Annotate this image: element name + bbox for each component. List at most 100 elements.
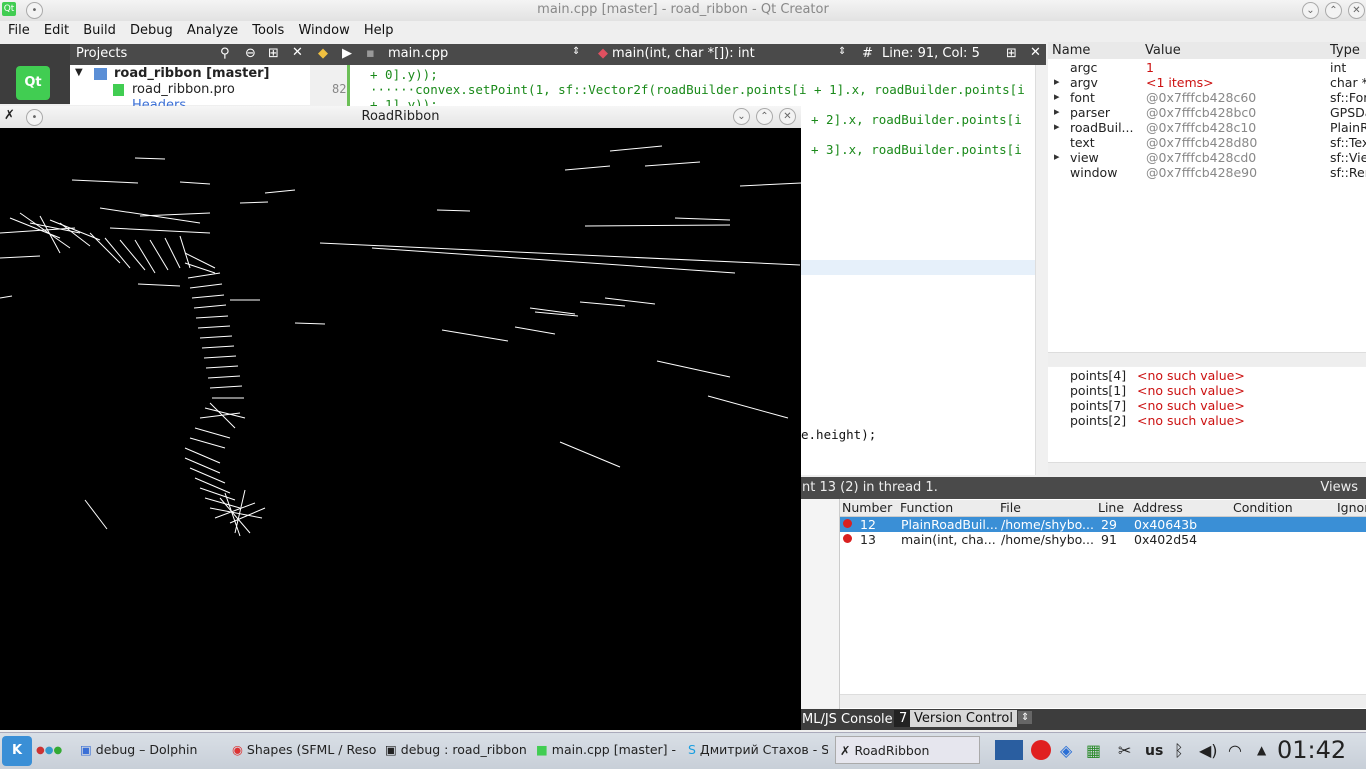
menu-debug[interactable]: Debug <box>125 21 178 40</box>
qt-logo-icon[interactable]: Qt <box>16 66 50 100</box>
wifi-icon[interactable]: ◠ <box>1228 741 1242 760</box>
locals-row[interactable]: ▸ view @0x7fffcb428cd0 sf::Vie <box>1048 150 1366 165</box>
pro-file[interactable]: road_ribbon.pro <box>132 82 235 97</box>
collapse-arrow-icon[interactable]: ▼ <box>75 67 83 78</box>
locals-row[interactable]: ▸ parser @0x7fffcb428bc0 GPSDa <box>1048 105 1366 120</box>
task-terminal[interactable]: ▣ debug : road_ribbon <box>385 736 530 764</box>
locals-hscrollbar[interactable] <box>1048 352 1366 366</box>
col-type[interactable]: Type <box>1330 43 1360 58</box>
filter-icon[interactable]: ⚲ <box>220 46 230 61</box>
breakpoints-hscrollbar[interactable] <box>840 694 1366 708</box>
views-button[interactable]: Views <box>1320 480 1358 495</box>
bp-col-header[interactable]: Line <box>1098 500 1124 515</box>
col-value[interactable]: Value <box>1145 43 1181 58</box>
expand-arrow-icon[interactable]: ▸ <box>1054 150 1060 163</box>
bp-col-header[interactable]: File <box>1000 500 1021 515</box>
no-entry-icon[interactable] <box>1031 740 1051 760</box>
breakpoints-left-pane <box>800 499 840 709</box>
breakpoint-row[interactable]: 12 PlainRoadBuil.../home/shybo... 29 0x4064… <box>840 517 1366 532</box>
minimize-button[interactable]: ⌄ <box>1302 2 1319 19</box>
roadribbon-canvas[interactable] <box>0 128 801 730</box>
maximize-button[interactable]: ⌃ <box>1325 2 1342 19</box>
menu-tools[interactable]: Tools <box>247 21 289 40</box>
watch-row[interactable]: points[7] <no such value> <box>1048 398 1366 413</box>
scissors-icon[interactable]: ✂ <box>1118 741 1131 760</box>
tabs-dropdown-icon[interactable]: ⇕ <box>1018 711 1033 724</box>
back-arrow-icon[interactable]: ◆ <box>318 46 328 61</box>
breakpoint-dot-icon <box>843 519 852 528</box>
tab-version-control[interactable]: Version Control <box>910 710 1017 727</box>
roadribbon-close-button[interactable]: ✕ <box>779 108 796 125</box>
watch-name: points[1] <box>1070 383 1127 398</box>
menu-window[interactable]: Window <box>293 21 354 40</box>
breakpoint-row[interactable]: 13 main(int, cha... /home/shybo... 91 0x402d… <box>840 532 1366 547</box>
tray-expand-icon[interactable]: ▲ <box>1257 743 1266 757</box>
bp-col-header[interactable]: Address <box>1133 500 1183 515</box>
locals-row[interactable]: ▸ font @0x7fffcb428c60 sf::For <box>1048 90 1366 105</box>
menu-help[interactable]: Help <box>359 21 399 40</box>
bp-address: 0x402d54 <box>1134 532 1198 547</box>
monitor-icon[interactable]: ▦ <box>1086 741 1101 760</box>
volume-icon[interactable]: ◀) <box>1199 741 1218 760</box>
local-name: font <box>1070 90 1095 105</box>
close-pane-icon[interactable]: ✕ <box>292 45 303 60</box>
task-qtcreator[interactable]: ■ main.cpp [master] - r <box>536 736 681 764</box>
editor-scrollbar[interactable] <box>1035 65 1049 475</box>
cursor-position[interactable]: Line: 91, Col: 5 <box>882 46 980 61</box>
expand-arrow-icon[interactable]: ▸ <box>1054 90 1060 103</box>
locals-row[interactable]: window @0x7fffcb428e90 sf::Rer <box>1048 165 1366 180</box>
watch-row[interactable]: points[2] <no such value> <box>1048 413 1366 428</box>
watch-name: points[4] <box>1070 368 1127 383</box>
bp-function: PlainRoadBuil... <box>901 517 998 532</box>
locals-row[interactable]: ▸ roadBuil... @0x7fffcb428c10 PlainR <box>1048 120 1366 135</box>
keyboard-layout[interactable]: us <box>1145 743 1163 759</box>
locals-row[interactable]: argc 1 int <box>1048 60 1366 75</box>
kde-menu-icon[interactable]: K <box>2 736 32 766</box>
activities-icon[interactable]: ●●● <box>36 745 68 757</box>
watch-value: <no such value> <box>1137 368 1245 383</box>
locals-header: Name Value Type <box>1048 42 1366 60</box>
sync-icon[interactable]: ⊖ <box>245 46 256 61</box>
menu-edit[interactable]: Edit <box>39 21 74 40</box>
split-editor-icon[interactable]: ⊞ <box>1006 46 1017 61</box>
task-skype[interactable]: S Дмитрий Стахов - Sk <box>688 736 828 764</box>
roadribbon-minimize-button[interactable]: ⌄ <box>733 108 750 125</box>
expand-arrow-icon[interactable]: ▸ <box>1054 75 1060 88</box>
pager-icon[interactable] <box>995 740 1023 760</box>
menu-analyze[interactable]: Analyze <box>182 21 243 40</box>
close-editor-icon[interactable]: ✕ <box>1030 45 1041 60</box>
menu-file[interactable]: File <box>0 21 35 40</box>
watch-row[interactable]: points[1] <no such value> <box>1048 383 1366 398</box>
watches-hscrollbar[interactable] <box>1048 462 1366 476</box>
tab-qml-console[interactable]: ML/JS Console <box>802 712 893 727</box>
breakpoints-header: Number Function File Line Address Condition Ig… <box>840 500 1366 517</box>
function-dropdown-icon[interactable]: ⇕ <box>838 46 846 57</box>
bp-col-header[interactable]: Condition <box>1233 500 1293 515</box>
project-tree: ▼ road_ribbon [master] road_ribbon.pro H… <box>70 65 310 113</box>
col-name[interactable]: Name <box>1052 43 1090 58</box>
function-selector[interactable]: main(int, char *[]): int <box>612 46 755 61</box>
task-browser[interactable]: ◉ Shapes (SFML / Reso <box>232 736 377 764</box>
locals-row[interactable]: ▸ argv <1 items> char * <box>1048 75 1366 90</box>
task-roadribbon[interactable]: ✗ RoadRibbon <box>835 736 980 764</box>
locals-row[interactable]: text @0x7fffcb428d80 sf::Tex <box>1048 135 1366 150</box>
forward-arrow-icon[interactable]: ▶ <box>342 46 352 61</box>
expand-arrow-icon[interactable]: ▸ <box>1054 120 1060 133</box>
watch-row[interactable]: points[4] <no such value> <box>1048 368 1366 383</box>
menu-build[interactable]: Build <box>78 21 121 40</box>
project-root[interactable]: road_ribbon [master] <box>114 66 270 81</box>
close-button[interactable]: ✕ <box>1348 2 1365 19</box>
bp-col-header[interactable]: Number <box>842 500 892 515</box>
clock[interactable]: 01:42 <box>1277 736 1346 764</box>
split-icon[interactable]: ⊞ <box>268 46 279 61</box>
dropbox-icon[interactable]: ◈ <box>1060 741 1072 760</box>
bluetooth-icon[interactable]: ᛒ <box>1174 741 1184 760</box>
bp-col-header[interactable]: Function <box>900 500 953 515</box>
file-dropdown-icon[interactable]: ⇕ <box>572 46 580 57</box>
expand-arrow-icon[interactable]: ▸ <box>1054 105 1060 118</box>
bp-col-header[interactable]: Ignore <box>1337 500 1366 515</box>
projects-title[interactable]: Projects <box>76 46 127 61</box>
roadribbon-maximize-button[interactable]: ⌃ <box>756 108 773 125</box>
file-selector[interactable]: main.cpp <box>388 46 448 61</box>
task-dolphin[interactable]: ▣ debug – Dolphin <box>80 736 225 764</box>
